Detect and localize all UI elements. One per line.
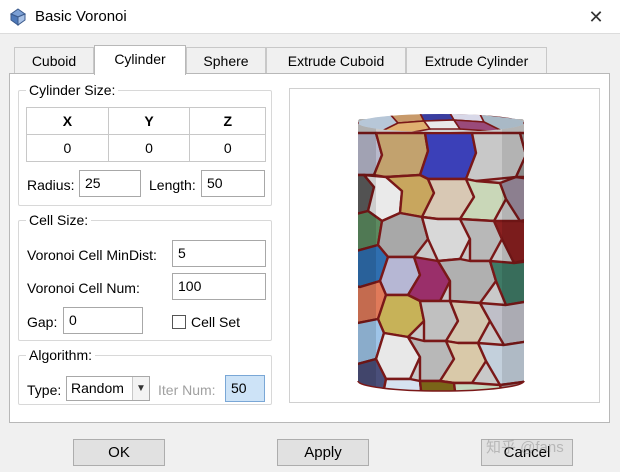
length-label: Length: [149, 177, 196, 193]
apply-button[interactable]: Apply [277, 439, 369, 466]
window-title: Basic Voronoi [35, 8, 127, 25]
cylinder-size-group: Cylinder Size: X Y Z 0 0 0 Radius: 25 Le… [18, 82, 272, 206]
iter-num-label: Iter Num: [158, 382, 216, 398]
header-x: X [26, 107, 109, 135]
ok-button[interactable]: OK [73, 439, 165, 466]
cell-set-checkbox[interactable] [172, 315, 186, 329]
tab-panel: Cylinder Size: X Y Z 0 0 0 Radius: 25 Le… [9, 73, 610, 423]
tab-extrude-cylinder[interactable]: Extrude Cylinder [406, 47, 547, 74]
tab-cuboid[interactable]: Cuboid [14, 47, 94, 74]
close-button[interactable]: ✕ [584, 5, 608, 29]
cell-size-group: Cell Size: Voronoi Cell MinDist: 5 Voron… [18, 212, 272, 341]
title-bar: Basic Voronoi ✕ [0, 0, 620, 34]
min-dist-input[interactable]: 5 [172, 240, 266, 267]
cell-z[interactable]: 0 [189, 134, 266, 162]
header-y: Y [107, 107, 191, 135]
tab-sphere[interactable]: Sphere [186, 47, 266, 74]
cell-num-label: Voronoi Cell Num: [27, 280, 140, 296]
length-input[interactable]: 50 [201, 170, 265, 197]
cell-size-title: Cell Size: [26, 212, 92, 228]
radius-input[interactable]: 25 [79, 170, 141, 197]
type-select-value: Random [71, 380, 124, 396]
voronoi-cylinder-preview [357, 114, 525, 392]
radius-label: Radius: [27, 177, 75, 193]
min-dist-label: Voronoi Cell MinDist: [27, 247, 157, 263]
gap-label: Gap: [27, 314, 58, 330]
cell-set-label: Cell Set [191, 314, 241, 330]
cancel-button[interactable]: Cancel [481, 439, 573, 466]
header-z: Z [189, 107, 266, 135]
iter-num-input[interactable]: 50 [225, 375, 265, 402]
gap-input[interactable]: 0 [63, 307, 143, 334]
tab-extrude-cuboid[interactable]: Extrude Cuboid [266, 47, 406, 74]
cylinder-preview [289, 88, 600, 403]
algorithm-group: Algorithm: Type: Random ▼ Iter Num: 50 [18, 347, 272, 405]
cell-x[interactable]: 0 [26, 134, 109, 162]
type-select[interactable]: Random ▼ [66, 376, 150, 401]
cell-num-input[interactable]: 100 [172, 273, 266, 300]
type-label: Type: [27, 382, 62, 398]
chevron-down-icon[interactable]: ▼ [132, 377, 149, 400]
cell-y[interactable]: 0 [107, 134, 191, 162]
tab-cylinder[interactable]: Cylinder [94, 45, 186, 75]
cylinder-size-title: Cylinder Size: [26, 82, 119, 98]
app-icon [9, 8, 27, 26]
position-grid: X Y Z 0 0 0 [26, 107, 266, 162]
algorithm-title: Algorithm: [26, 347, 96, 363]
